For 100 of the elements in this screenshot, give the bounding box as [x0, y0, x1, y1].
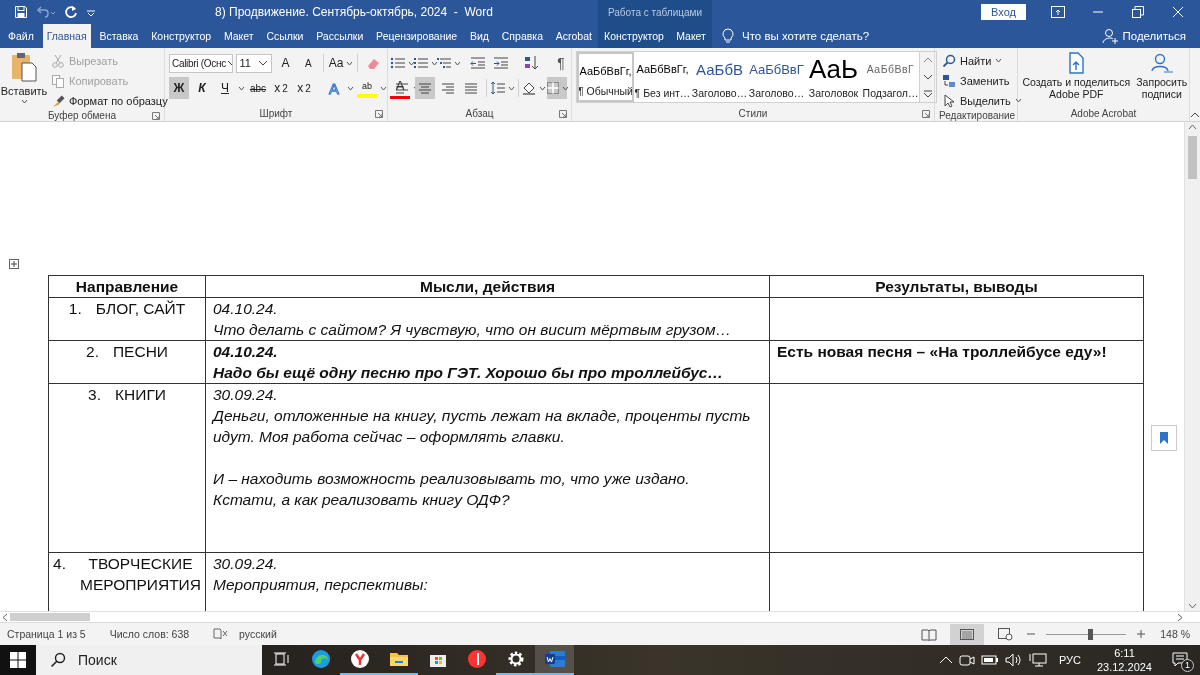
ribbon-tab[interactable]: Конструктор — [147, 24, 216, 48]
style-gallery-item[interactable]: АаЬ Заголовок — [805, 52, 862, 102]
book-icon — [921, 627, 938, 641]
bold-button[interactable]: Ж — [169, 77, 189, 99]
select-button[interactable]: Выделить — [939, 91, 1013, 110]
style-gallery-item[interactable]: АаБбВвГ Заголово… — [748, 52, 805, 102]
cursor-icon — [942, 93, 956, 108]
justify-icon — [463, 80, 479, 96]
ribbon-tab[interactable]: Рассылки — [312, 24, 368, 48]
customize-caret-icon[interactable] — [86, 7, 96, 17]
dialog-launcher-icon[interactable] — [559, 109, 567, 118]
chevron-up-icon[interactable] — [938, 655, 953, 665]
note-text: И – находить возможность реализовывать то, что уже издано. — [213, 469, 691, 489]
chevron-down-icon — [923, 74, 933, 80]
replace-button[interactable]: Заменить — [939, 71, 1013, 90]
note-text: Надо бы ещё одну песню про ГЭТ. Хорошо бы про троллейбус… — [213, 363, 724, 383]
page-count[interactable]: Страница 1 из 5 — [7, 628, 86, 640]
word-count[interactable]: Число слов: 638 — [109, 628, 190, 640]
scroll-down-icon[interactable] — [1188, 601, 1197, 611]
scrollbar-thumb[interactable] — [10, 613, 90, 621]
caret-icon — [380, 85, 387, 91]
style-gallery-item[interactable]: АаБбВвГг, ¶ Без инт… — [634, 52, 691, 102]
network-icon[interactable] — [1028, 653, 1047, 667]
task-view-icon[interactable] — [272, 651, 291, 667]
zoom-in-icon[interactable] — [1136, 629, 1147, 639]
scissors-icon — [51, 53, 65, 68]
camera-icon[interactable] — [958, 653, 975, 667]
list-number: 2. — [86, 342, 99, 362]
font-size-field[interactable]: 11 — [235, 53, 273, 73]
redo-icon[interactable] — [64, 5, 78, 19]
scroll-left-icon[interactable] — [0, 612, 10, 622]
language-indicator[interactable]: русский — [239, 628, 277, 640]
scroll-up-icon[interactable] — [1188, 122, 1197, 132]
bookmark-button[interactable] — [1151, 425, 1177, 451]
group-label: Редактирование — [939, 110, 1016, 121]
ribbon-tab[interactable]: Ссылки — [262, 24, 308, 48]
keyboard-language[interactable]: РУС — [1058, 654, 1081, 666]
share-button[interactable]: Поделиться — [1102, 24, 1200, 48]
battery-icon[interactable] — [980, 655, 999, 665]
ribbon-tab[interactable]: Главная — [42, 24, 91, 48]
windows-logo-icon — [10, 652, 26, 668]
ribbon-tab[interactable]: Вставка — [95, 24, 143, 48]
underline-button[interactable]: Ч — [215, 77, 235, 99]
direction-label: БЛОГ, САЙТ — [95, 299, 186, 319]
style-gallery-item[interactable]: АаБбВвГг, ¶ Обычный — [577, 52, 634, 102]
find-button[interactable]: Найти — [939, 51, 1013, 70]
search-bar[interactable]: Поиск — [36, 645, 262, 675]
chevron-up-icon — [923, 57, 933, 64]
note-text: 04.10.24. — [213, 299, 279, 319]
save-icon[interactable] — [14, 5, 28, 19]
folder-icon[interactable] — [388, 650, 409, 668]
dialog-launcher-icon[interactable] — [375, 109, 383, 118]
create-pdf-button[interactable]: Создать и поделиться Adobe PDF — [1019, 51, 1134, 106]
list-number: 1. — [68, 299, 82, 319]
note-text: Деньги, отложенные на книгу, пусть лежат на вкладе, проценты пусть идут. Моя работа сейчас – оформлять главки. — [213, 406, 752, 447]
dialog-launcher-icon[interactable] — [152, 111, 160, 120]
message-icon — [1172, 652, 1188, 668]
request-signatures-button[interactable]: Запросить подписи — [1135, 51, 1188, 106]
caret-icon — [1014, 98, 1022, 103]
ribbon-tab[interactable]: Рецензирование — [372, 24, 462, 48]
sign-in-button[interactable]: Вход — [981, 4, 1026, 20]
ribbon-tab[interactable]: Справка — [497, 24, 547, 48]
change-case-button[interactable]: Aa — [329, 52, 353, 74]
app-logo-icon[interactable] — [466, 649, 487, 669]
proofing-icon[interactable] — [213, 628, 230, 640]
scroll-right-icon[interactable] — [1175, 612, 1185, 622]
note-text: 30.09.24. — [213, 385, 279, 405]
strike-button[interactable]: abc — [248, 77, 268, 99]
style-gallery-item[interactable]: АаБбВ Заголово… — [691, 52, 748, 102]
increase-indent-icon — [493, 56, 509, 70]
ribbon-tab[interactable]: Макет — [219, 24, 258, 48]
font-family-field[interactable]: Calibri (Оснс — [169, 53, 233, 73]
start-button[interactable] — [0, 645, 36, 675]
ribbon-tab[interactable]: Файл — [4, 24, 38, 48]
highlight-button[interactable]: ab — [357, 78, 377, 98]
ribbon-tab[interactable]: Вид — [466, 24, 493, 48]
tell-me-field[interactable]: Что вы хотите сделать? — [742, 30, 870, 42]
edge-icon[interactable] — [310, 649, 331, 669]
ribbon-tab[interactable]: Макет — [672, 24, 710, 48]
collapse-ribbon-icon[interactable] — [1190, 112, 1200, 118]
ribbon-tab[interactable]: Acrobat — [551, 24, 596, 48]
person-add-icon — [1102, 28, 1119, 44]
scrollbar-thumb[interactable] — [1188, 136, 1197, 179]
document-app-icon[interactable] — [543, 649, 566, 669]
view-button[interactable] — [950, 623, 985, 645]
dialog-launcher-icon[interactable] — [922, 109, 930, 118]
zoom-level[interactable]: 148 % — [1160, 628, 1190, 640]
search-icon — [942, 53, 956, 68]
grow-font-button[interactable]: A — [275, 52, 296, 74]
zoom-slider-thumb[interactable] — [1088, 628, 1094, 640]
show-marks-button[interactable]: ¶ — [551, 52, 571, 74]
shrink-font-button[interactable]: A — [298, 52, 319, 74]
ribbon-tab[interactable]: Конструктор — [600, 24, 668, 48]
clock[interactable]: 6:11 23.12.2024 — [1096, 646, 1152, 674]
italic-button[interactable]: К — [192, 77, 212, 99]
style-gallery-item[interactable]: АаБбВвГ Подзагол… — [862, 52, 919, 102]
browser-icon[interactable] — [349, 649, 370, 669]
volume-icon[interactable] — [1004, 653, 1023, 667]
table-move-handle-icon[interactable] — [9, 259, 19, 269]
notifications-button[interactable]: 1 — [1168, 648, 1192, 672]
